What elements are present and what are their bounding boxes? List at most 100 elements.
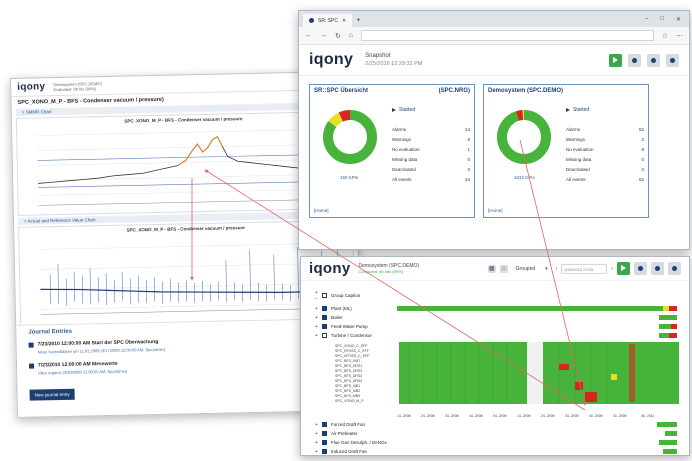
stat-row[interactable]: Warnings 2 <box>566 137 644 147</box>
refresh-button[interactable] <box>647 53 660 67</box>
group-row[interactable]: + Turbine / Condensor <box>301 331 689 340</box>
ok-block <box>399 342 527 404</box>
new-journal-entry-button[interactable]: New journal entry <box>29 388 75 401</box>
stat-value: 52 <box>638 127 644 132</box>
grid-icon[interactable]: ▦ <box>487 264 496 273</box>
signal-label: SPC_XONO_C_EFF <box>335 344 368 348</box>
home-link[interactable]: [Home] <box>488 208 503 213</box>
group-checkbox[interactable] <box>322 293 327 298</box>
status-bar <box>663 449 677 454</box>
system-card[interactable]: SR::SPC Übersicht (SPC.NRG) 160 KPIs [Ho… <box>309 84 475 218</box>
expand-toggle[interactable]: + <box>315 315 322 321</box>
prev-icon[interactable]: ‹ <box>556 266 558 272</box>
stat-label: No evaluation <box>392 147 420 152</box>
group-label: Boiler <box>331 315 343 320</box>
group-checkbox[interactable] <box>322 333 327 338</box>
stat-row[interactable]: Alarms 14 <box>392 127 470 137</box>
group-row[interactable]: + Flue Gas Desulph. / DeNOx <box>301 438 689 447</box>
stat-row[interactable]: Missing data 0 <box>566 157 644 167</box>
tab-close-icon[interactable]: ✕ <box>342 18 346 24</box>
axis-label: 40. 2009 <box>589 414 603 418</box>
group-checkbox[interactable] <box>322 422 327 427</box>
home-icon[interactable]: ⌂ <box>349 32 353 39</box>
group-label: Air Preheater <box>331 431 358 436</box>
play-button[interactable] <box>617 262 630 275</box>
signal-heatmap: SPC_XONO_C_EFF SPC_RFXSS_C_EFF SPC_MTSSS… <box>301 342 689 418</box>
status-bar-alarm <box>671 324 677 329</box>
view-select-value: Grouped <box>515 265 536 272</box>
stat-row[interactable]: Alarms 52 <box>566 127 644 137</box>
stat-row[interactable]: No evaluation 1 <box>392 147 470 157</box>
ok-block <box>543 342 679 404</box>
group-row[interactable]: + Plant (ML) <box>301 304 689 313</box>
home-link[interactable]: [Home] <box>314 208 329 213</box>
group-checkbox[interactable] <box>322 440 327 445</box>
group-row[interactable]: + − Group Caption <box>301 290 689 302</box>
axis-label: 41. 2009 <box>613 414 627 418</box>
group-checkbox[interactable] <box>322 449 327 454</box>
stat-label: Deactivated <box>392 167 416 172</box>
expand-toggle[interactable]: + <box>315 449 322 455</box>
kpi-count: 160 KPIs <box>340 175 359 180</box>
expand-toggle[interactable]: + <box>315 440 322 446</box>
group-checkbox[interactable] <box>322 324 327 329</box>
browser-tab[interactable]: SR::SPC ✕ <box>303 14 353 27</box>
settings-button[interactable] <box>628 53 641 67</box>
date-input[interactable]: 3/30/2012 23:55 <box>561 263 608 274</box>
signal-label: SPC_BFS_DRS4 <box>335 379 363 383</box>
expand-toggle[interactable]: + <box>315 306 322 312</box>
info-button[interactable] <box>666 53 679 67</box>
back-icon[interactable]: ← <box>305 32 312 39</box>
minimize-button[interactable]: – <box>645 16 648 23</box>
system-card[interactable]: Demosystem (SPC.DEMO) 1032 KPIs [Home] S… <box>483 84 649 218</box>
favorites-icon[interactable]: ☆ <box>662 32 668 40</box>
stat-label: Alarms <box>566 127 581 132</box>
info-button[interactable] <box>668 262 681 275</box>
view-select[interactable]: Grouped ▾ <box>512 264 552 274</box>
alarm-cell <box>559 364 569 370</box>
stat-row[interactable]: Missing data 0 <box>392 157 470 167</box>
group-checkbox[interactable] <box>322 306 327 311</box>
next-icon[interactable]: › <box>611 266 613 272</box>
group-row[interactable]: + Forced Draft Fan <box>301 420 689 429</box>
stat-row[interactable]: No evaluation 8 <box>566 147 644 157</box>
stat-row[interactable]: All events 62 <box>566 177 644 187</box>
expand-toggle[interactable]: + − <box>315 290 322 302</box>
settings-button[interactable] <box>634 262 647 275</box>
expand-toggle[interactable]: + <box>315 324 322 330</box>
refresh-button[interactable] <box>651 262 664 275</box>
expand-toggle[interactable]: + <box>315 333 322 339</box>
stat-label: Warnings <box>392 137 411 142</box>
new-tab-icon[interactable]: + <box>356 17 360 27</box>
group-row[interactable]: + Feed-Water Pump <box>301 322 689 331</box>
chevron-down-icon: ▾ <box>545 265 548 272</box>
url-input[interactable] <box>361 30 654 41</box>
stat-row[interactable]: Warnings 9 <box>392 137 470 147</box>
maximize-button[interactable]: □ <box>660 16 664 23</box>
group-row[interactable]: + Air Preheater <box>301 429 689 438</box>
stat-value: 0 <box>467 167 470 172</box>
group-checkbox[interactable] <box>322 315 327 320</box>
signal-label: SPC_BFS_DRS3 <box>335 374 363 378</box>
stat-row[interactable]: Deactivated 0 <box>392 167 470 177</box>
stat-row[interactable]: All events 24 <box>392 177 470 187</box>
forward-icon[interactable]: → <box>320 32 327 39</box>
expand-toggle[interactable]: + <box>315 431 322 437</box>
close-button[interactable]: ✕ <box>676 16 681 23</box>
snapshot-header: iqony Snapshot 2/25/2016 12:29:33 PM <box>299 45 689 76</box>
expand-toggle[interactable]: + <box>315 422 322 428</box>
play-button[interactable] <box>609 53 622 67</box>
reload-icon[interactable]: ↻ <box>335 32 341 40</box>
status-started: Started <box>566 107 589 113</box>
home-icon[interactable]: ⌂ <box>499 264 508 273</box>
status-bar <box>657 422 677 427</box>
group-checkbox[interactable] <box>322 431 327 436</box>
group-label: Flue Gas Desulph. / DeNOx <box>331 440 387 445</box>
stat-label: All events <box>566 177 586 182</box>
alarm-cell <box>575 382 583 390</box>
group-row[interactable]: + Induced Draft Fan <box>301 447 689 455</box>
menu-icon[interactable]: ⋯ <box>676 32 683 40</box>
group-row[interactable]: + Boiler <box>301 313 689 322</box>
stat-row[interactable]: Deactivated 0 <box>566 167 644 177</box>
status-label: Started <box>573 107 590 113</box>
